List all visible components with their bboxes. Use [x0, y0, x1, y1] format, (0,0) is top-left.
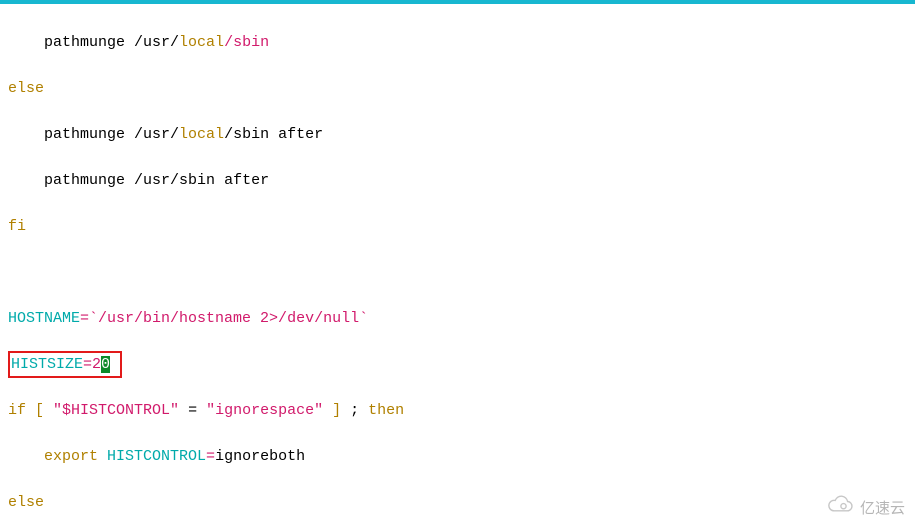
token-eq: = — [83, 356, 92, 373]
histsize-highlight-box: HISTSIZE=20 — [8, 351, 122, 378]
token-pathmunge: pathmunge — [44, 126, 125, 143]
token-eq: = — [80, 310, 89, 327]
code-line: pathmunge /usr/local/sbin after — [8, 123, 907, 146]
token-after: after — [269, 126, 323, 143]
code-line: pathmunge /usr/sbin after — [8, 169, 907, 192]
token-histcontrol-test: "$HISTCONTROL" — [53, 402, 179, 419]
token-pathmunge: pathmunge — [44, 172, 125, 189]
token-ignoreboth: ignoreboth — [215, 448, 305, 465]
code-editor-view[interactable]: pathmunge /usr/local/sbin else pathmunge… — [8, 8, 907, 528]
token-path: /usr/ — [134, 126, 179, 143]
code-line: pathmunge /usr/local/sbin — [8, 31, 907, 54]
token-histcontrol-var: HISTCONTROL — [98, 448, 206, 465]
token-hostname-var: HOSTNAME — [8, 310, 80, 327]
token-test-eq: = — [179, 402, 206, 419]
token-pathmunge: pathmunge — [44, 34, 125, 51]
token-path: /usr/ — [134, 34, 179, 51]
token-space — [110, 356, 119, 373]
token-sbin: /sbin — [224, 34, 269, 51]
token-if: if — [8, 402, 26, 419]
token-ignorespace: "ignorespace" — [206, 402, 323, 419]
code-line: HOSTNAME=`/usr/bin/hostname 2>/dev/null` — [8, 307, 907, 330]
token-then: then — [368, 402, 404, 419]
token-eq: = — [206, 448, 215, 465]
token-fi: fi — [8, 218, 26, 235]
token-after: after — [215, 172, 269, 189]
code-line: export HISTCONTROL=ignoreboth — [8, 445, 907, 468]
token-sbin: /sbin — [224, 126, 269, 143]
code-line: if [ "$HISTCONTROL" = "ignorespace" ] ; … — [8, 399, 907, 422]
token-else: else — [8, 494, 44, 511]
token-rbrac: ] — [323, 402, 341, 419]
token-local: local — [179, 126, 224, 143]
window-top-border — [0, 0, 915, 4]
token-else: else — [8, 80, 44, 97]
token-export: export — [44, 448, 98, 465]
code-line — [8, 261, 907, 284]
token-local: local — [179, 34, 224, 51]
code-line: else — [8, 77, 907, 100]
code-line: fi — [8, 215, 907, 238]
token-histsize-var: HISTSIZE — [11, 356, 83, 373]
token-semi: ; — [341, 402, 368, 419]
token-path: /usr/ — [134, 172, 179, 189]
token-lbrac: [ — [26, 402, 53, 419]
token-histsize-2: 2 — [92, 356, 101, 373]
code-line: else — [8, 491, 907, 514]
editor-cursor: 0 — [101, 356, 110, 373]
token-hostname-val: `/usr/bin/hostname 2>/dev/null` — [89, 310, 368, 327]
code-line-highlighted: HISTSIZE=20 — [8, 353, 907, 376]
